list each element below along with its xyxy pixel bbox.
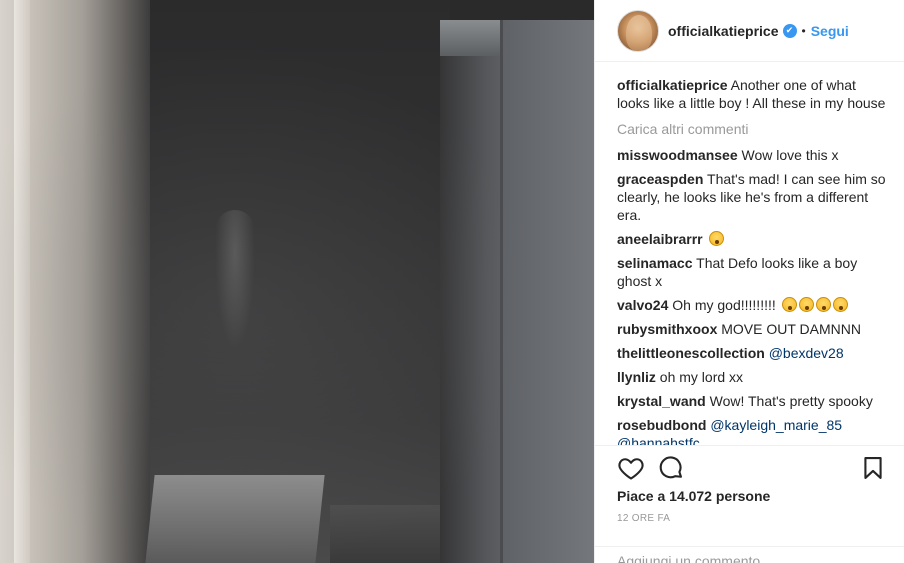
add-comment-placeholder: Aggiungi un commento... (617, 553, 772, 563)
comment-item: rosebudbond @kayleigh_marie_85 @hannahst… (617, 416, 891, 445)
post-photo[interactable] (0, 0, 594, 563)
comment-username[interactable]: krystal_wand (617, 393, 706, 409)
caption-username[interactable]: officialkatieprice (617, 77, 728, 93)
comment-username[interactable]: misswoodmansee (617, 147, 738, 163)
post-side-panel: officialkatieprice ✔ • Segui officialkat… (594, 0, 904, 563)
comment-item: graceaspden That's mad! I can see him so… (617, 170, 891, 224)
username-link[interactable]: officialkatieprice (668, 23, 779, 39)
comment-item: rubysmithxoox MOVE OUT DAMNNN (617, 320, 891, 338)
add-comment-input[interactable]: Aggiungi un commento... ... (595, 546, 904, 563)
comment-text: MOVE OUT DAMNNN (721, 321, 861, 337)
separator: • (801, 23, 806, 38)
bookmark-icon[interactable] (859, 454, 887, 482)
comment-item: valvo24 Oh my god!!!!!!!!! (617, 296, 891, 314)
comment-mention-link[interactable]: @hannahstfc (617, 435, 700, 445)
avatar[interactable] (617, 9, 659, 52)
comments-list[interactable]: officialkatieprice Another one of what l… (595, 62, 904, 445)
comment-username[interactable]: aneelaibrarrr (617, 231, 703, 247)
comment-username[interactable]: graceaspden (617, 171, 703, 187)
likes-count[interactable]: Piace a 14.072 persone (617, 488, 770, 504)
follow-button[interactable]: Segui (811, 23, 849, 39)
comment-item: selinamacc That Defo looks like a boy gh… (617, 254, 891, 290)
comment-username[interactable]: llynliz (617, 369, 656, 385)
screaming-emoji-icon (832, 297, 848, 312)
post-header: officialkatieprice ✔ • Segui (595, 0, 904, 62)
flushed-emoji-icon (708, 231, 724, 246)
comment-item: misswoodmansee Wow love this x (617, 146, 891, 164)
comment-username[interactable]: valvo24 (617, 297, 668, 313)
comment-mention-link[interactable]: @bexdev28 (769, 345, 844, 361)
verified-badge-icon: ✔ (782, 23, 797, 38)
comment-mention-link[interactable]: @kayleigh_marie_85 (710, 417, 842, 433)
comment-text: Oh my god!!!!!!!!! (672, 297, 776, 313)
more-options-icon[interactable]: ... (876, 550, 891, 563)
post-timestamp: 12 ORE FA (617, 513, 671, 524)
comment-username[interactable]: thelittleonescollection (617, 345, 765, 361)
comment-bubble-icon[interactable] (657, 454, 685, 482)
comment-item: aneelaibrarrr (617, 230, 891, 248)
comment-item: llynliz oh my lord xx (617, 368, 891, 386)
comment-text: Wow love this x (741, 147, 839, 163)
heart-icon[interactable] (617, 454, 645, 482)
load-more-comments-button[interactable]: Carica altri commenti (617, 120, 891, 138)
post-caption: officialkatieprice Another one of what l… (617, 76, 891, 112)
post-actions: Piace a 14.072 persone 12 ORE FA Aggiung… (595, 445, 904, 563)
screaming-emoji-icon (798, 297, 814, 312)
comment-item: krystal_wand Wow! That's pretty spooky (617, 392, 891, 410)
comment-username[interactable]: rosebudbond (617, 417, 706, 433)
comment-username[interactable]: rubysmithxoox (617, 321, 717, 337)
comment-text: oh my lord xx (659, 369, 744, 385)
screaming-emoji-icon (781, 297, 797, 312)
comment-text: Wow! That's pretty spooky (709, 393, 873, 409)
screaming-emoji-icon (815, 297, 831, 312)
comment-item: thelittleonescollection @bexdev28 (617, 344, 891, 362)
comment-username[interactable]: selinamacc (617, 255, 693, 271)
